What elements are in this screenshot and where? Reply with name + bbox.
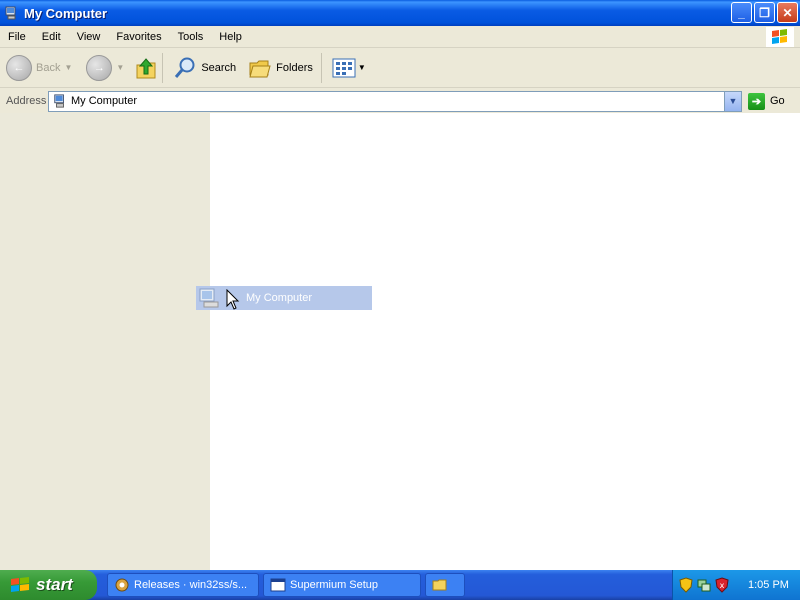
menu-tools[interactable]: Tools <box>170 31 212 43</box>
system-tray: x 1:05 PM <box>672 570 800 600</box>
menu-help[interactable]: Help <box>211 31 250 43</box>
menu-edit[interactable]: Edit <box>34 31 69 43</box>
toolbar-separator <box>320 52 322 83</box>
title-bar[interactable]: My Computer _ ❐ ✕ <box>0 0 800 26</box>
dragged-item[interactable]: My Computer <box>196 286 372 310</box>
menu-favorites[interactable]: Favorites <box>108 31 169 43</box>
start-label: start <box>36 575 73 594</box>
taskbar: start Releases · win32ss/s... Supermium … <box>0 570 800 600</box>
menu-file[interactable]: File <box>0 31 34 43</box>
taskbar-item-label: Supermium Setup <box>290 579 379 591</box>
standard-toolbar: ← Back ▼ → ▼ Search Folders ▼ <box>0 48 800 88</box>
go-arrow-icon: ➔ <box>748 92 765 110</box>
forward-button[interactable]: → ▼ <box>86 54 124 81</box>
taskbar-item-label: Releases · win32ss/s... <box>134 579 248 591</box>
browser-icon <box>115 578 129 592</box>
taskbar-item-folder[interactable] <box>425 573 465 597</box>
views-icon <box>332 58 356 77</box>
security-alert-icon[interactable]: x <box>714 577 730 593</box>
menu-bar: File Edit View Favorites Tools Help <box>0 26 800 48</box>
back-dropdown-icon[interactable]: ▼ <box>64 63 72 72</box>
folder-icon <box>432 579 447 591</box>
views-button[interactable]: ▼ <box>332 58 366 78</box>
address-field[interactable]: My Computer ▼ <box>48 90 742 112</box>
address-label: Address <box>6 95 47 107</box>
task-pane <box>0 113 210 570</box>
address-bar: Address My Computer ▼ ➔ Go <box>0 89 800 113</box>
go-label: Go <box>770 95 785 107</box>
back-button[interactable]: ← Back ▼ <box>6 54 72 81</box>
dragged-item-label: My Computer <box>246 292 313 304</box>
forward-dropdown-icon[interactable]: ▼ <box>116 63 124 72</box>
address-value: My Computer <box>71 95 138 107</box>
back-arrow-icon: ← <box>6 54 32 81</box>
forward-arrow-icon: → <box>86 54 113 81</box>
up-folder-button[interactable] <box>134 55 158 81</box>
taskbar-item-supermium-setup[interactable]: Supermium Setup <box>263 573 421 597</box>
back-label: Back <box>36 61 61 74</box>
folder-view[interactable] <box>210 113 800 570</box>
windows-flag-icon <box>11 577 29 592</box>
toolbar-separator <box>162 52 164 83</box>
start-button[interactable]: start <box>0 570 97 600</box>
close-button[interactable]: ✕ <box>777 2 798 23</box>
folders-icon <box>249 60 271 77</box>
menu-view[interactable]: View <box>69 31 109 43</box>
up-folder-icon <box>136 57 156 78</box>
go-button[interactable]: ➔ Go <box>748 92 785 110</box>
my-computer-icon <box>5 6 16 20</box>
search-label: Search <box>201 61 237 74</box>
address-dropdown-icon[interactable]: ▼ <box>724 91 741 111</box>
folders-button[interactable]: Folders <box>248 57 313 79</box>
mouse-cursor-icon <box>226 289 240 310</box>
window-icon <box>270 578 286 592</box>
windows-logo-icon <box>766 27 794 47</box>
maximize-button[interactable]: ❐ <box>754 2 775 23</box>
clock[interactable]: 1:05 PM <box>748 579 789 591</box>
folders-label: Folders <box>276 61 313 74</box>
svg-text:x: x <box>720 581 725 590</box>
my-computer-icon <box>199 288 219 308</box>
window-title: My Computer <box>24 5 108 21</box>
search-button[interactable]: Search <box>173 56 236 80</box>
minimize-button[interactable]: _ <box>731 2 752 23</box>
my-computer-icon <box>54 94 64 108</box>
security-shield-icon[interactable] <box>678 577 694 593</box>
views-dropdown-icon[interactable]: ▼ <box>358 63 366 72</box>
taskbar-item-releases[interactable]: Releases · win32ss/s... <box>107 573 259 597</box>
network-icon[interactable] <box>696 577 712 593</box>
search-icon <box>175 57 195 78</box>
